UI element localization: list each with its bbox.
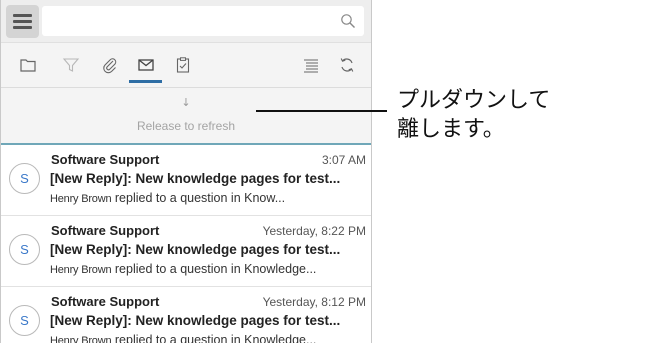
message-subject: [New Reply]: New knowledge pages for tes…	[50, 242, 341, 257]
message-row[interactable]: S Software Support 3:07 AM [New Reply]: …	[1, 145, 371, 216]
refresh-icon[interactable]	[338, 56, 356, 74]
message-preview: Henry Brown replied to a question in Kno…	[50, 333, 361, 343]
message-sender: Software Support	[51, 152, 160, 167]
message-subject: [New Reply]: New knowledge pages for tes…	[50, 171, 341, 186]
message-time: 3:07 AM	[321, 153, 366, 167]
toolbar	[1, 43, 371, 88]
hamburger-menu-button[interactable]	[6, 5, 39, 38]
active-tab-indicator	[129, 80, 162, 83]
menu-bar-3	[13, 26, 32, 29]
filter-icon[interactable]	[62, 56, 80, 74]
preview-author: Henry Brown	[50, 335, 112, 343]
avatar: S	[9, 234, 40, 265]
search-input[interactable]	[42, 6, 364, 36]
message-sender: Software Support	[51, 294, 160, 309]
down-arrow-icon: ↓	[181, 96, 191, 109]
pull-to-refresh-area[interactable]: ↓ Release to refresh	[1, 88, 371, 145]
message-sender: Software Support	[51, 223, 160, 238]
mobile-app-panel: ↓ Release to refresh S Software Support …	[0, 0, 372, 343]
folder-icon[interactable]	[19, 56, 37, 74]
message-time: Yesterday, 8:22 PM	[262, 224, 366, 238]
message-time: Yesterday, 8:12 PM	[262, 295, 366, 309]
top-bar	[1, 0, 371, 43]
preview-text: replied to a question in Knowledge...	[114, 262, 317, 276]
preview-author: Henry Brown	[50, 264, 112, 276]
callout-line	[256, 110, 387, 112]
message-subject: [New Reply]: New knowledge pages for tes…	[50, 313, 341, 328]
message-preview: Henry Brown replied to a question in Kno…	[50, 262, 361, 276]
search-icon[interactable]	[340, 13, 356, 29]
message-row[interactable]: S Software Support Yesterday, 8:22 PM [N…	[1, 216, 371, 287]
message-row[interactable]: S Software Support Yesterday, 8:12 PM [N…	[1, 287, 371, 343]
avatar: S	[9, 163, 40, 194]
pull-to-refresh-label: Release to refresh	[136, 119, 236, 133]
clipboard-icon[interactable]	[174, 56, 192, 74]
preview-author: Henry Brown	[50, 193, 112, 205]
callout-text: プルダウンして 離します。	[397, 88, 551, 142]
menu-bar-1	[13, 14, 32, 17]
message-preview: Henry Brown replied to a question in Kno…	[50, 191, 361, 205]
avatar: S	[9, 305, 40, 336]
preview-text: replied to a question in Know...	[114, 191, 286, 205]
preview-text: replied to a question in Knowledge...	[114, 333, 317, 343]
list-icon[interactable]	[302, 56, 320, 74]
menu-bar-2	[13, 20, 32, 23]
envelope-icon[interactable]	[137, 56, 155, 74]
paperclip-icon[interactable]	[101, 56, 119, 74]
